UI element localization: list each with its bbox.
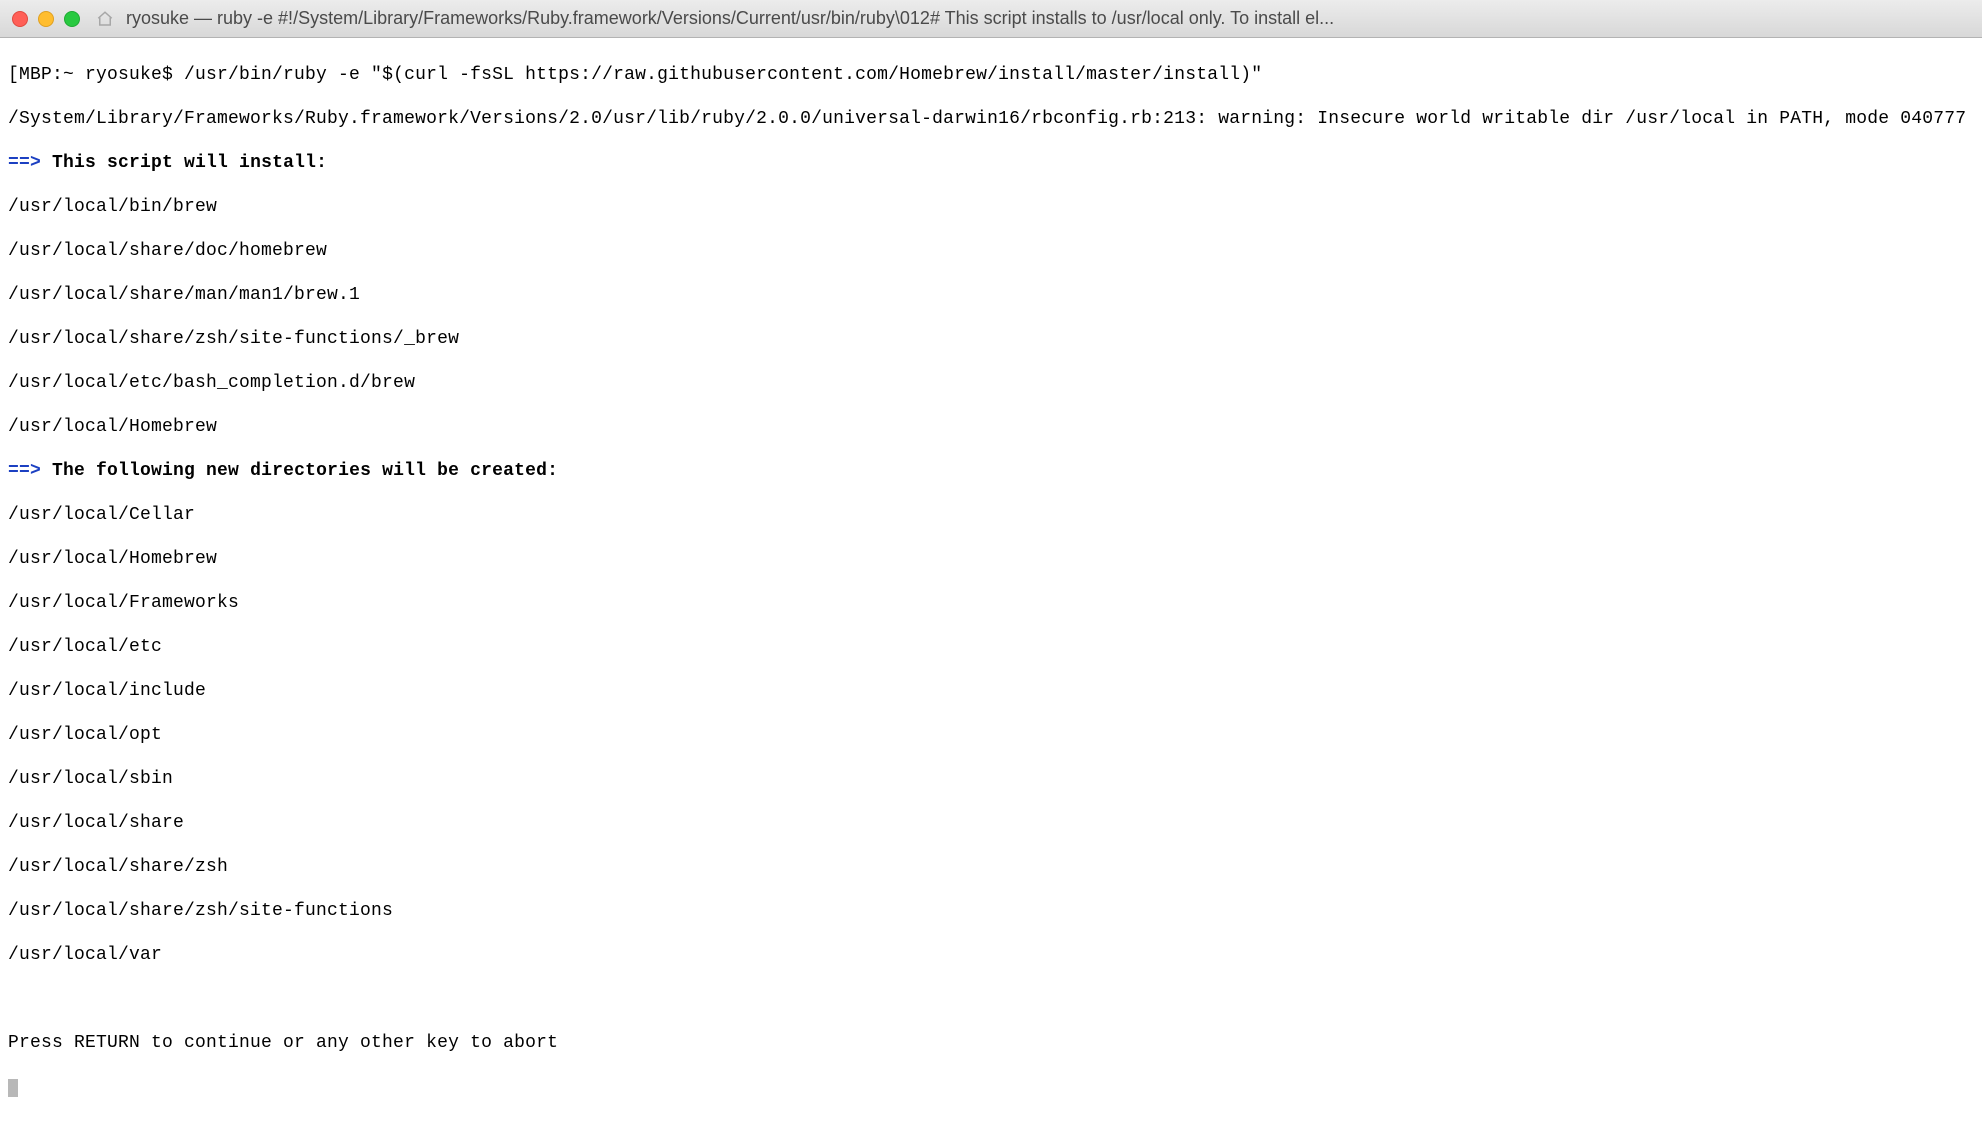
terminal-output[interactable]: [MBP:~ ryosuke$ /usr/bin/ruby -e "$(curl… [0, 38, 1982, 1124]
new-dir: /usr/local/Frameworks [8, 592, 1974, 614]
warning-line: /System/Library/Frameworks/Ruby.framewor… [8, 108, 1974, 130]
window-titlebar: ryosuke — ruby -e #!/System/Library/Fram… [0, 0, 1982, 38]
arrow-icon: ==> [8, 153, 41, 173]
traffic-lights [12, 11, 80, 27]
minimize-button[interactable] [38, 11, 54, 27]
new-dir: /usr/local/opt [8, 724, 1974, 746]
install-path: /usr/local/share/doc/homebrew [8, 240, 1974, 262]
new-dir: /usr/local/Cellar [8, 504, 1974, 526]
press-return-prompt: Press RETURN to continue or any other ke… [8, 1032, 1974, 1054]
window-title: ryosuke — ruby -e #!/System/Library/Fram… [124, 8, 1970, 29]
home-icon [96, 10, 114, 28]
arrow-icon: ==> [8, 461, 41, 481]
terminal-cursor [8, 1079, 18, 1097]
install-path: /usr/local/Homebrew [8, 416, 1974, 438]
install-path: /usr/local/share/man/man1/brew.1 [8, 284, 1974, 306]
new-dir: /usr/local/share/zsh/site-functions [8, 900, 1974, 922]
new-dir: /usr/local/share [8, 812, 1974, 834]
shell-prompt: [MBP:~ ryosuke$ [8, 65, 184, 85]
install-path: /usr/local/share/zsh/site-functions/_bre… [8, 328, 1974, 350]
new-dir: /usr/local/share/zsh [8, 856, 1974, 878]
install-path: /usr/local/bin/brew [8, 196, 1974, 218]
maximize-button[interactable] [64, 11, 80, 27]
new-dir: /usr/local/sbin [8, 768, 1974, 790]
new-dir: /usr/local/include [8, 680, 1974, 702]
new-dir: /usr/local/etc [8, 636, 1974, 658]
close-button[interactable] [12, 11, 28, 27]
new-dir: /usr/local/var [8, 944, 1974, 966]
shell-command: /usr/bin/ruby -e "$(curl -fsSL https://r… [184, 65, 1262, 85]
new-dir: /usr/local/Homebrew [8, 548, 1974, 570]
install-heading: This script will install: [52, 153, 327, 173]
install-path: /usr/local/etc/bash_completion.d/brew [8, 372, 1974, 394]
create-heading: The following new directories will be cr… [52, 461, 558, 481]
